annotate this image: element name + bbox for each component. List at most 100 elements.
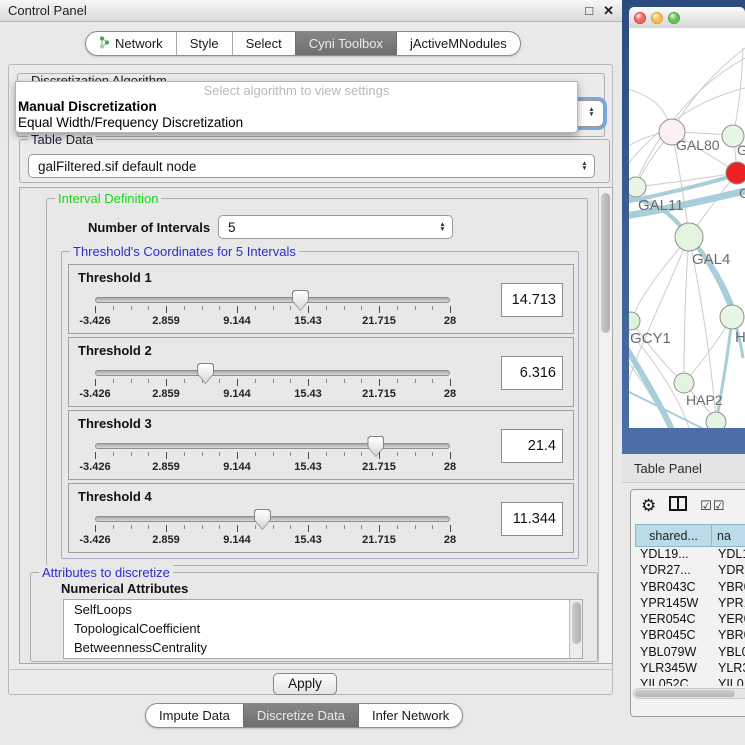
- threshold-value-field[interactable]: 21.4: [501, 429, 563, 463]
- table-row[interactable]: YBL079WYBL0: [635, 645, 745, 661]
- tab-style[interactable]: Style: [176, 32, 232, 55]
- tick-label: -3.426: [79, 461, 110, 473]
- network-node[interactable]: [674, 373, 694, 393]
- footer-bar: Apply: [10, 669, 611, 694]
- tick-label: 2.859: [152, 315, 180, 327]
- thresholds-group: Threshold's Coordinates for 5 Intervals …: [61, 251, 579, 559]
- threshold-value-field[interactable]: 14.713: [501, 283, 563, 317]
- network-edge[interactable]: [733, 48, 743, 136]
- close-icon[interactable]: ✕: [603, 3, 614, 19]
- table-row[interactable]: YLR345WYLR3: [635, 661, 745, 677]
- column-header-shared-name[interactable]: shared...: [635, 524, 711, 547]
- group-label: Threshold's Coordinates for 5 Intervals: [70, 244, 299, 259]
- list-item[interactable]: BetweennessCentrality: [64, 638, 582, 657]
- tab-select[interactable]: Select: [232, 32, 295, 55]
- tick-label: 28: [444, 534, 456, 546]
- cell-name: YBL0: [711, 645, 745, 661]
- slider-ticks: [95, 525, 450, 533]
- bottom-tab-impute-data[interactable]: Impute Data: [146, 704, 243, 727]
- tab-jactivemnodules[interactable]: jActiveMNodules: [396, 32, 520, 55]
- node-label: GCY1: [630, 330, 671, 347]
- apply-button[interactable]: Apply: [273, 673, 337, 695]
- threshold-value-field[interactable]: 11.344: [501, 502, 563, 536]
- slider-tick-labels: -3.4262.8599.14415.4321.71528: [95, 461, 450, 473]
- bottom-tab-discretize-data[interactable]: Discretize Data: [243, 704, 358, 727]
- threshold-panel: Threshold 3-3.4262.8599.14415.4321.71528…: [68, 410, 574, 480]
- network-node[interactable]: [720, 305, 744, 329]
- network-node[interactable]: [629, 177, 646, 197]
- tab-network[interactable]: Network: [86, 32, 176, 55]
- table-data-group: Table Data galFiltered.sif default node …: [19, 139, 610, 183]
- cell-name: YIL0: [711, 677, 745, 686]
- table-data-combobox[interactable]: galFiltered.sif default node ▲▼: [28, 154, 595, 178]
- tab-label: jActiveMNodules: [410, 36, 507, 51]
- tick-label: 21.715: [362, 461, 396, 473]
- dropdown-prompt: Select algorithm to view settings: [16, 82, 577, 99]
- minimize-light-icon[interactable]: [651, 12, 663, 24]
- cell-name: YPR1: [711, 596, 745, 612]
- table-row[interactable]: YER054CYER0: [635, 612, 745, 628]
- dropdown-item-manual-discretization[interactable]: Manual Discretization: [16, 99, 577, 115]
- cell-shared-name: YIL052C: [635, 677, 711, 686]
- threshold-value-field[interactable]: 6.316: [501, 356, 563, 390]
- cell-name: YER0: [711, 612, 745, 628]
- network-node[interactable]: [706, 412, 726, 428]
- split-columns-icon[interactable]: [669, 496, 687, 516]
- network-canvas[interactable]: GAL80GACGAL11GAL4GCY1HHAP2: [629, 28, 745, 428]
- table-horizontal-scrollbar[interactable]: [633, 688, 745, 699]
- slider-ticks: [95, 379, 450, 387]
- threshold-panel: Threshold 1-3.4262.8599.14415.4321.71528…: [68, 264, 574, 334]
- numerical-attributes-list[interactable]: SelfLoopsTopologicalCoefficientBetweenne…: [63, 599, 583, 659]
- dropdown-item-equal-width-frequency[interactable]: Equal Width/Frequency Discretization: [16, 115, 577, 131]
- close-light-icon[interactable]: [634, 12, 646, 24]
- network-node[interactable]: [629, 312, 640, 330]
- float-window-icon[interactable]: □: [585, 3, 593, 18]
- cell-name: YDL1: [711, 547, 745, 563]
- threshold-label: Threshold 1: [78, 270, 152, 285]
- tick-label: -3.426: [79, 534, 110, 546]
- tab-cyni-toolbox[interactable]: Cyni Toolbox: [295, 32, 396, 55]
- threshold-slider[interactable]: -3.4262.8599.14415.4321.71528: [95, 289, 450, 331]
- table-row[interactable]: YBR045CYBR0: [635, 628, 745, 644]
- network-node[interactable]: [675, 223, 703, 251]
- list-item[interactable]: SelfLoops: [64, 600, 582, 619]
- threshold-slider[interactable]: -3.4262.8599.14415.4321.71528: [95, 508, 450, 550]
- tick-label: 2.859: [152, 388, 180, 400]
- zoom-light-icon[interactable]: [668, 12, 680, 24]
- tick-label: 9.144: [223, 388, 251, 400]
- table-row[interactable]: YIL052CYIL0: [635, 677, 745, 686]
- table-row[interactable]: YPR145WYPR1: [635, 596, 745, 612]
- cell-name: YBR0: [711, 628, 745, 644]
- bottom-tab-bar: Impute Data Discretize Data Infer Network: [145, 703, 463, 728]
- table-row[interactable]: YDL19...YDL1: [635, 547, 745, 563]
- select-columns-icon[interactable]: ☑☑: [700, 498, 725, 514]
- tick-label: 2.859: [152, 534, 180, 546]
- table-row[interactable]: YDR27...YDR2: [635, 563, 745, 579]
- list-scrollbar[interactable]: [569, 600, 582, 658]
- network-node[interactable]: [726, 162, 745, 184]
- table-row[interactable]: YBR043CYBR0: [635, 580, 745, 596]
- threshold-slider[interactable]: -3.4262.8599.14415.4321.71528: [95, 362, 450, 404]
- tick-label: 21.715: [362, 534, 396, 546]
- tab-label: Discretize Data: [257, 708, 345, 723]
- bottom-tab-infer-network[interactable]: Infer Network: [358, 704, 462, 727]
- gear-icon[interactable]: ⚙: [641, 496, 656, 516]
- threshold-slider[interactable]: -3.4262.8599.14415.4321.71528: [95, 435, 450, 477]
- number-of-intervals-combobox[interactable]: 5 ▲▼: [218, 215, 453, 239]
- tab-label: Cyni Toolbox: [309, 36, 383, 51]
- list-item[interactable]: TopologicalCoefficient: [64, 619, 582, 638]
- network-edge[interactable]: [672, 48, 745, 132]
- network-edge[interactable]: [631, 237, 689, 321]
- network-edge[interactable]: [684, 237, 689, 383]
- threshold-label: Threshold 4: [78, 489, 152, 504]
- column-header-name[interactable]: na: [711, 524, 745, 547]
- group-label: Interval Definition: [55, 191, 161, 206]
- cell-name: YBR0: [711, 580, 745, 596]
- cell-shared-name: YBR045C: [635, 628, 711, 644]
- panel-scrollbar[interactable]: [598, 188, 612, 663]
- network-view-window[interactable]: GAL80GACGAL11GAL4GCY1HHAP2: [622, 0, 745, 454]
- tick-label: 9.144: [223, 534, 251, 546]
- node-label: HAP2: [686, 392, 723, 408]
- tick-label: 9.144: [223, 315, 251, 327]
- control-panel-titlebar: Control Panel □ ✕: [0, 0, 622, 22]
